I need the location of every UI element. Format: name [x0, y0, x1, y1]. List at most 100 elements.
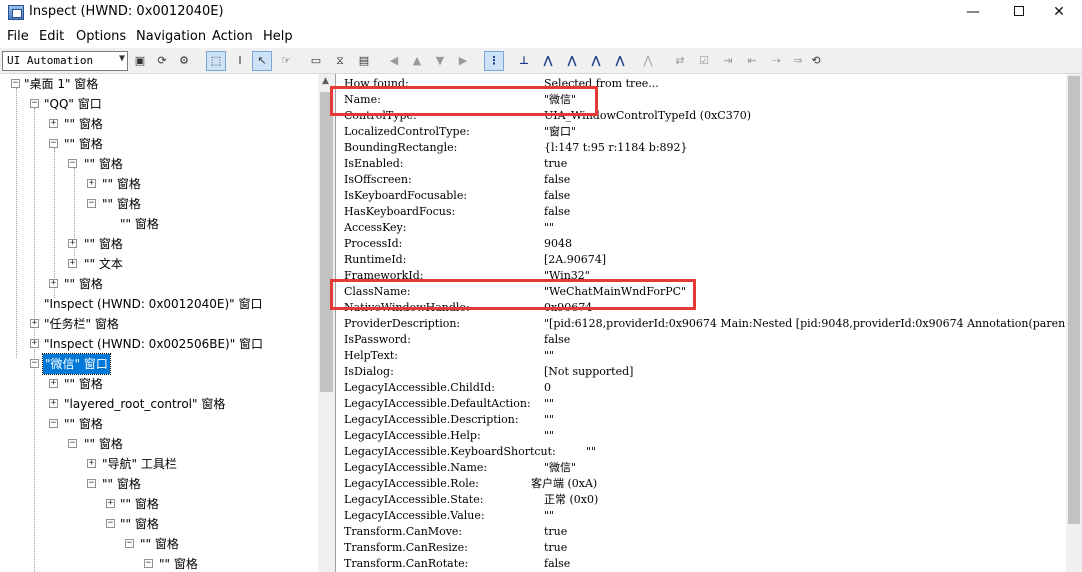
expand-icon[interactable]: + — [49, 279, 58, 288]
nav-prev-sibling-icon[interactable]: ⋀ — [562, 51, 582, 71]
property-value: "微信" — [544, 461, 577, 474]
expand-icon[interactable]: + — [49, 379, 58, 388]
maximize-icon — [1014, 6, 1024, 16]
tree-item-label: "" 窗格 — [102, 197, 141, 211]
collapse-icon[interactable]: − — [68, 159, 77, 168]
collapse-icon[interactable]: − — [106, 519, 115, 528]
tree-item-label: "" 窗格 — [159, 557, 198, 571]
scroll-up-icon[interactable]: ▲ — [322, 76, 329, 86]
nav-last-child-icon[interactable]: ⋀ — [610, 51, 630, 71]
nav-disabled-icon[interactable]: ⋀ — [638, 51, 658, 71]
tree-view-icon[interactable]: ⋮ — [484, 51, 504, 71]
nav-up-icon[interactable]: ▲ — [407, 51, 427, 71]
collapse-icon[interactable]: − — [68, 439, 77, 448]
collapse-icon[interactable]: − — [87, 479, 96, 488]
collapse-icon[interactable]: − — [11, 79, 20, 88]
property-name: IsEnabled: — [344, 157, 404, 170]
chevron-down-icon: ▼ — [118, 53, 125, 64]
caret-icon[interactable]: ▤ — [354, 51, 374, 71]
property-value: "" — [544, 221, 555, 234]
property-value: false — [544, 173, 571, 186]
scroll-thumb[interactable] — [1068, 76, 1080, 524]
property-value: false — [544, 333, 571, 346]
text-cursor-icon[interactable]: I — [230, 51, 250, 71]
property-name: LegacyIAccessible.DefaultAction: — [344, 397, 531, 410]
scroll-thumb[interactable] — [320, 92, 333, 392]
collapse-icon[interactable]: − — [30, 99, 39, 108]
collapse-icon[interactable]: − — [144, 559, 153, 568]
watch-cursor-icon[interactable]: ↖ — [252, 51, 272, 71]
property-name: LegacyIAccessible.ChildId: — [344, 381, 495, 394]
action-4-icon[interactable]: ⇤ — [742, 51, 762, 71]
menu-action[interactable]: Action — [212, 29, 253, 44]
nav-right-icon[interactable]: ▶ — [453, 51, 473, 71]
classname-highlight-box — [330, 279, 696, 310]
expand-icon[interactable]: + — [30, 319, 39, 328]
property-value: [Not supported] — [544, 365, 634, 378]
expand-icon[interactable]: + — [49, 119, 58, 128]
nav-first-child-icon[interactable]: ⋀ — [538, 51, 558, 71]
expand-icon[interactable]: + — [49, 399, 58, 408]
property-value: {l:147 t:95 r:1184 b:892} — [544, 141, 688, 154]
property-value: "" — [544, 509, 555, 522]
menu-file[interactable]: File — [7, 29, 29, 44]
action-5-icon[interactable]: ⇢ — [766, 51, 786, 71]
refresh-view-icon[interactable]: ⟲ — [806, 51, 826, 71]
menu-edit[interactable]: Edit — [39, 29, 64, 44]
properties-panel[interactable]: How found: Selected from tree... Name: "微信… — [338, 74, 1082, 572]
refresh-icon[interactable]: ⟳ — [152, 51, 172, 71]
expand-icon[interactable]: + — [30, 339, 39, 348]
expand-icon[interactable]: + — [68, 239, 77, 248]
element-tree[interactable]: − "桌面 1" 窗格 − "QQ" 窗口 + "" 窗格 − "" 窗格 − … — [0, 74, 336, 572]
property-name: LegacyIAccessible.Help: — [344, 429, 481, 442]
menu-help[interactable]: Help — [263, 29, 293, 44]
nav-parent-icon[interactable]: ⊥ — [514, 51, 534, 71]
property-value: 0 — [544, 381, 551, 394]
mode-select[interactable]: UI Automation ▼ — [2, 51, 128, 71]
action-3-icon[interactable]: ⇥ — [718, 51, 738, 71]
property-name: HasKeyboardFocus: — [344, 205, 456, 218]
copy-icon[interactable]: ▣ — [130, 51, 150, 71]
nav-left-icon[interactable]: ◀ — [384, 51, 404, 71]
tree-scrollbar[interactable]: ▲ — [318, 74, 335, 572]
close-button[interactable]: ✕ — [1036, 0, 1082, 26]
nav-next-sibling-icon[interactable]: ⋀ — [586, 51, 606, 71]
watch-focus-icon[interactable]: ⬚ — [206, 51, 226, 71]
property-name: LegacyIAccessible.Name: — [344, 461, 488, 474]
hourglass-icon[interactable]: ⧖ — [330, 51, 350, 71]
tree-item-label: "微信" 窗口 — [42, 353, 111, 375]
hover-icon[interactable]: ☞ — [276, 51, 296, 71]
property-name: LegacyIAccessible.Description: — [344, 413, 519, 426]
collapse-icon[interactable]: − — [49, 419, 58, 428]
tree-item-label: "" 文本 — [84, 257, 123, 271]
property-name: AccessKey: — [344, 221, 407, 234]
expand-icon[interactable]: + — [87, 459, 96, 468]
settings-icon[interactable]: ⚙ — [174, 51, 194, 71]
tree-item-label: "" 窗格 — [64, 137, 103, 151]
expand-icon[interactable]: + — [87, 179, 96, 188]
expand-icon[interactable]: + — [106, 499, 115, 508]
window-title: Inspect (HWND: 0x0012040E) — [29, 4, 224, 19]
minimize-button[interactable]: — — [950, 0, 996, 26]
mode-select-value: UI Automation — [7, 54, 94, 67]
action-2-icon[interactable]: ☑ — [694, 51, 714, 71]
menu-options[interactable]: Options — [76, 29, 126, 44]
property-value: true — [544, 541, 568, 554]
property-value: "" — [544, 413, 555, 426]
action-6-icon[interactable]: ⇒ — [788, 51, 808, 71]
collapse-icon[interactable]: − — [87, 199, 96, 208]
collapse-icon[interactable]: − — [125, 539, 134, 548]
menu-bar: File Edit Options Navigation Action Help — [0, 26, 1082, 48]
highlight-icon[interactable]: ▭ — [306, 51, 326, 71]
property-name: IsKeyboardFocusable: — [344, 189, 468, 202]
expand-icon[interactable]: + — [68, 259, 77, 268]
menu-navigation[interactable]: Navigation — [136, 29, 206, 44]
properties-scrollbar[interactable] — [1066, 74, 1082, 572]
action-1-icon[interactable]: ⇄ — [670, 51, 690, 71]
toolbar: UI Automation ▼ ▣ ⟳ ⚙ ⬚ I ↖ ☞ ▭ ⧖ ▤ ◀ ▲ … — [0, 48, 1082, 74]
collapse-icon[interactable]: − — [30, 359, 39, 368]
property-name: BoundingRectangle: — [344, 141, 458, 154]
property-name: Transform.CanRotate: — [344, 557, 469, 570]
collapse-icon[interactable]: − — [49, 139, 58, 148]
nav-down-icon[interactable]: ▼ — [430, 51, 450, 71]
